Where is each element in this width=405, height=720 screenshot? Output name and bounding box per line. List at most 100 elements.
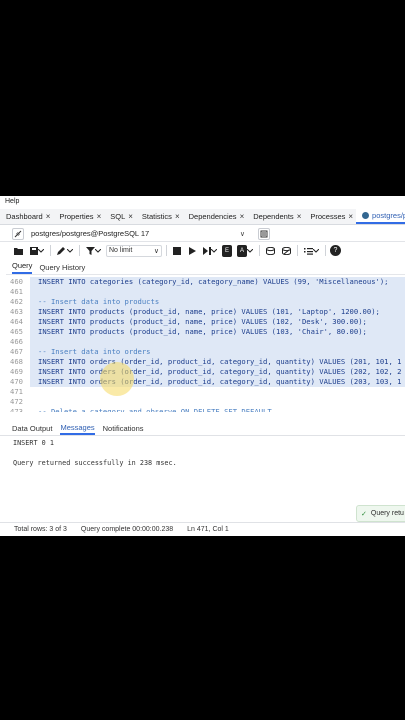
editor-line[interactable]: 468 INSERT INTO orders (order_id, product…: [6, 357, 405, 367]
connection-settings-button[interactable]: [258, 227, 270, 240]
success-toast[interactable]: ✓ Query retu: [356, 505, 405, 522]
tab-notifications[interactable]: Notifications: [103, 422, 144, 435]
close-icon[interactable]: ×: [175, 212, 180, 221]
tab-query-history[interactable]: Query History: [39, 263, 85, 274]
result-tabs: Data Output Messages Notifications: [0, 422, 405, 436]
explain-button[interactable]: E: [222, 244, 232, 257]
connection-select[interactable]: postgres/postgres@PostgreSQL 17 ∨: [29, 228, 247, 240]
line-number: 472: [6, 397, 30, 407]
save-icon: [30, 246, 38, 255]
editor-line[interactable]: 460 INSERT INTO categories (category_id, …: [6, 277, 405, 287]
editor-line[interactable]: 464 INSERT INTO products (product_id, nam…: [6, 317, 405, 327]
close-icon[interactable]: ×: [348, 212, 353, 221]
explain-analyze-button[interactable]: A: [235, 244, 255, 257]
folder-icon: [14, 247, 23, 255]
chevron-down-icon: [247, 248, 253, 253]
close-icon[interactable]: ×: [46, 212, 51, 221]
editor-line[interactable]: 465 INSERT INTO products (product_id, nam…: [6, 327, 405, 337]
tab-processes[interactable]: Processes ×: [304, 209, 356, 224]
stop-button[interactable]: [171, 245, 183, 257]
play-icon: [188, 246, 196, 255]
tab-label: Processes: [310, 212, 346, 221]
editor-line[interactable]: 471: [6, 387, 405, 397]
message-insert: INSERT 0 1: [13, 439, 54, 447]
edit-button[interactable]: [55, 245, 75, 257]
editor-line[interactable]: 466: [6, 337, 405, 347]
line-number: 471: [6, 387, 30, 397]
line-number: 473: [6, 407, 30, 412]
close-icon[interactable]: ×: [128, 212, 133, 221]
chevron-down-icon: ∨: [239, 230, 245, 238]
line-number: 464: [6, 317, 30, 327]
editor-line[interactable]: 470 INSERT INTO orders (order_id, product…: [6, 377, 405, 387]
save-file-button[interactable]: [28, 245, 46, 257]
toast-text: Query retu: [370, 510, 404, 517]
help-button[interactable]: ?: [330, 245, 341, 256]
stop-icon: [173, 246, 181, 255]
play-script-icon: [203, 246, 211, 255]
line-code: -- Insert data into products: [38, 297, 160, 306]
editor-line[interactable]: 473 -- Delete a category and observe ON D…: [6, 407, 405, 412]
filter-button[interactable]: [84, 245, 103, 257]
connection-status-icon[interactable]: [12, 227, 24, 240]
toolbar-separator: [50, 245, 51, 256]
open-file-button[interactable]: [12, 245, 25, 257]
pgadmin-window: Help Dashboard × Properties × SQL × Stat…: [0, 196, 405, 536]
line-number: 469: [6, 367, 30, 377]
editor-line[interactable]: 463 INSERT INTO products (product_id, nam…: [6, 307, 405, 317]
tab-statistics[interactable]: Statistics ×: [136, 209, 183, 224]
tab-query-tool[interactable]: postgres/po: [356, 209, 405, 224]
editor-line[interactable]: 461: [6, 287, 405, 297]
line-number: 466: [6, 337, 30, 347]
database-icon: [362, 212, 370, 219]
close-icon[interactable]: ×: [240, 212, 245, 221]
commit-button[interactable]: [264, 245, 277, 257]
query-tabs: Query Query History: [0, 261, 405, 274]
chevron-down-icon: [211, 248, 217, 253]
check-icon: ✓: [361, 510, 367, 518]
tab-dashboard[interactable]: Dashboard ×: [0, 209, 53, 224]
tab-label: postgres/po: [372, 211, 405, 220]
rollback-button[interactable]: [280, 245, 293, 257]
status-rows: Total rows: 3 of 3: [14, 526, 67, 533]
filter-icon: [86, 246, 95, 255]
sql-editor[interactable]: 460 INSERT INTO categories (category_id, …: [6, 274, 405, 412]
line-number: 460: [6, 277, 30, 287]
chevron-down-icon: [95, 248, 101, 253]
editor-line[interactable]: 462 -- Insert data into products: [6, 297, 405, 307]
line-code: INSERT INTO products (product_id, name, …: [38, 327, 367, 336]
toolbar-separator: [79, 245, 80, 256]
explain-analyze-icon: A: [237, 244, 247, 257]
main-tab-bar: Dashboard × Properties × SQL × Statistic…: [0, 209, 405, 225]
tab-dependencies[interactable]: Dependencies ×: [183, 209, 248, 224]
tab-properties[interactable]: Properties ×: [53, 209, 104, 224]
line-number: 465: [6, 327, 30, 337]
editor-line[interactable]: 469 INSERT INTO orders (order_id, product…: [6, 367, 405, 377]
chevron-down-icon: [38, 248, 44, 253]
list-icon: [304, 247, 313, 255]
row-limit-value: No limit: [109, 247, 133, 254]
tab-dependents[interactable]: Dependents ×: [247, 209, 304, 224]
line-code: INSERT INTO orders (order_id, product_id…: [38, 367, 402, 376]
tab-query[interactable]: Query: [12, 261, 33, 274]
tab-messages[interactable]: Messages: [60, 422, 95, 435]
macros-button[interactable]: [302, 245, 321, 257]
tab-data-output[interactable]: Data Output: [12, 422, 52, 435]
editor-line[interactable]: 467 -- Insert data into orders: [6, 347, 405, 357]
status-query: Query complete 00:00:00.238: [80, 526, 174, 533]
line-code: INSERT INTO orders (order_id, product_id…: [38, 377, 402, 386]
tab-sql[interactable]: SQL ×: [104, 209, 136, 224]
close-icon[interactable]: ×: [97, 212, 102, 221]
row-limit-select[interactable]: No limit ∨: [106, 244, 162, 257]
menu-help[interactable]: Help: [5, 198, 19, 205]
message-result: Query returned successfully in 238 msec.: [13, 459, 177, 467]
tab-label: Statistics: [141, 212, 172, 221]
line-code: INSERT INTO orders (order_id, product_id…: [38, 357, 402, 366]
messages-panel: INSERT 0 1 Query returned successfully i…: [0, 437, 405, 523]
close-icon[interactable]: ×: [297, 212, 302, 221]
execute-button[interactable]: [186, 245, 198, 257]
status-position: Ln 471, Col 1: [187, 526, 229, 533]
editor-line[interactable]: 472: [6, 397, 405, 407]
tab-label: Properties: [59, 212, 94, 221]
execute-options-button[interactable]: [201, 245, 219, 257]
